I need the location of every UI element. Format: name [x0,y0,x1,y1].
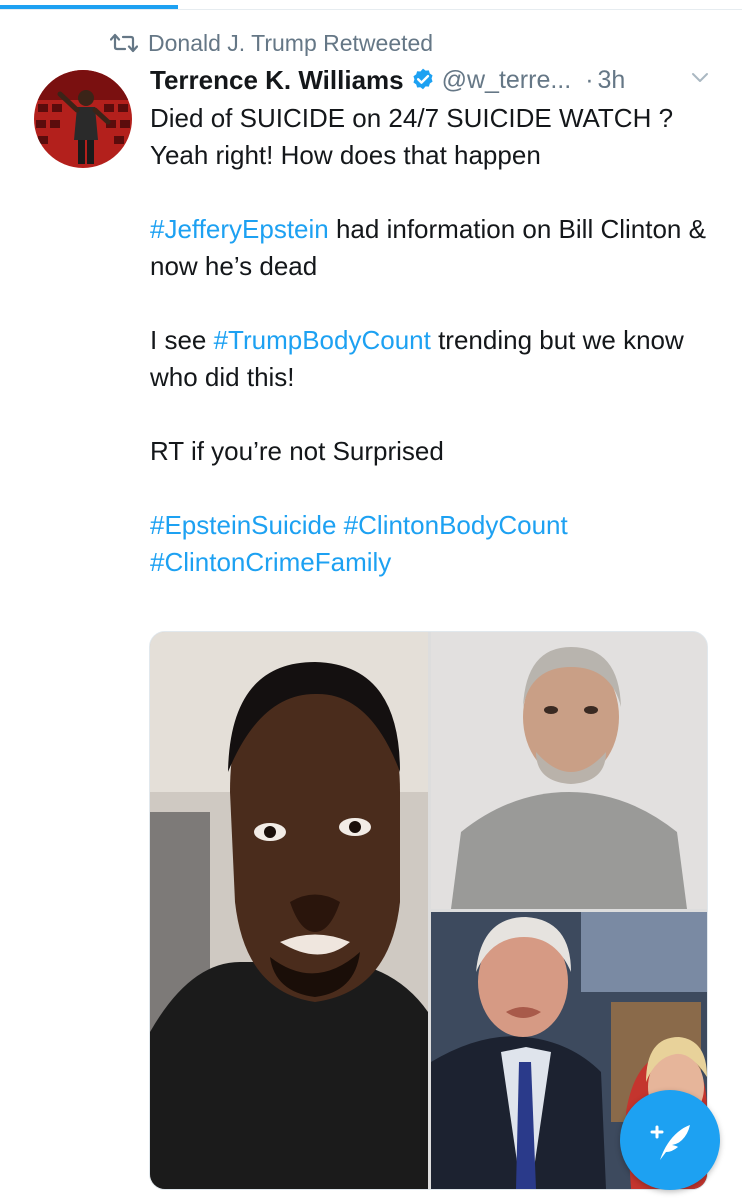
tweet-paragraph: I see #TrumpBodyCount trending but we kn… [150,322,710,396]
retweet-icon [110,33,138,53]
active-tab-indicator [0,5,178,9]
retweet-banner-label: Donald J. Trump Retweeted [148,29,434,56]
tweet-paragraph: #JefferyEpstein had information on Bill … [150,211,710,285]
tweet-text: Died of SUICIDE on 24/7 SUICIDE WATCH ? … [150,100,710,581]
hashtag-line[interactable]: #ClintonCrimeFamily [150,544,710,581]
compose-tweet-button[interactable] [620,1090,720,1190]
avatar[interactable] [34,70,132,168]
tweet-text-segment: I see [150,325,214,355]
compose-tweet-icon [650,1125,690,1160]
separator-dot: · [585,65,594,94]
media-photo-selfie[interactable] [150,632,428,1189]
hashtag-link[interactable]: #TrumpBodyCount [214,325,431,355]
hashtag-link[interactable]: #JefferyEpstein [150,214,329,244]
tweet-media-grid [149,631,708,1190]
tweet-paragraph: Died of SUICIDE on 24/7 SUICIDE WATCH ? … [150,103,674,170]
media-photo-mugshot[interactable] [431,632,707,909]
tweet-header: Terrence K. Williams @w_terre... · 3h [150,62,720,98]
tweet-paragraph: RT if you’re not Surprised [150,436,444,466]
tweet-timestamp[interactable]: 3h [598,66,626,95]
author-handle[interactable]: @w_terre... [442,66,572,95]
retweet-banner[interactable]: Donald J. Trump Retweeted [110,28,433,58]
verified-badge-icon [413,68,433,90]
hashtag-line[interactable]: #EpsteinSuicide #ClintonBodyCount [150,507,710,544]
author-display-name[interactable]: Terrence K. Williams [150,65,404,96]
chevron-down-icon[interactable] [690,68,710,88]
